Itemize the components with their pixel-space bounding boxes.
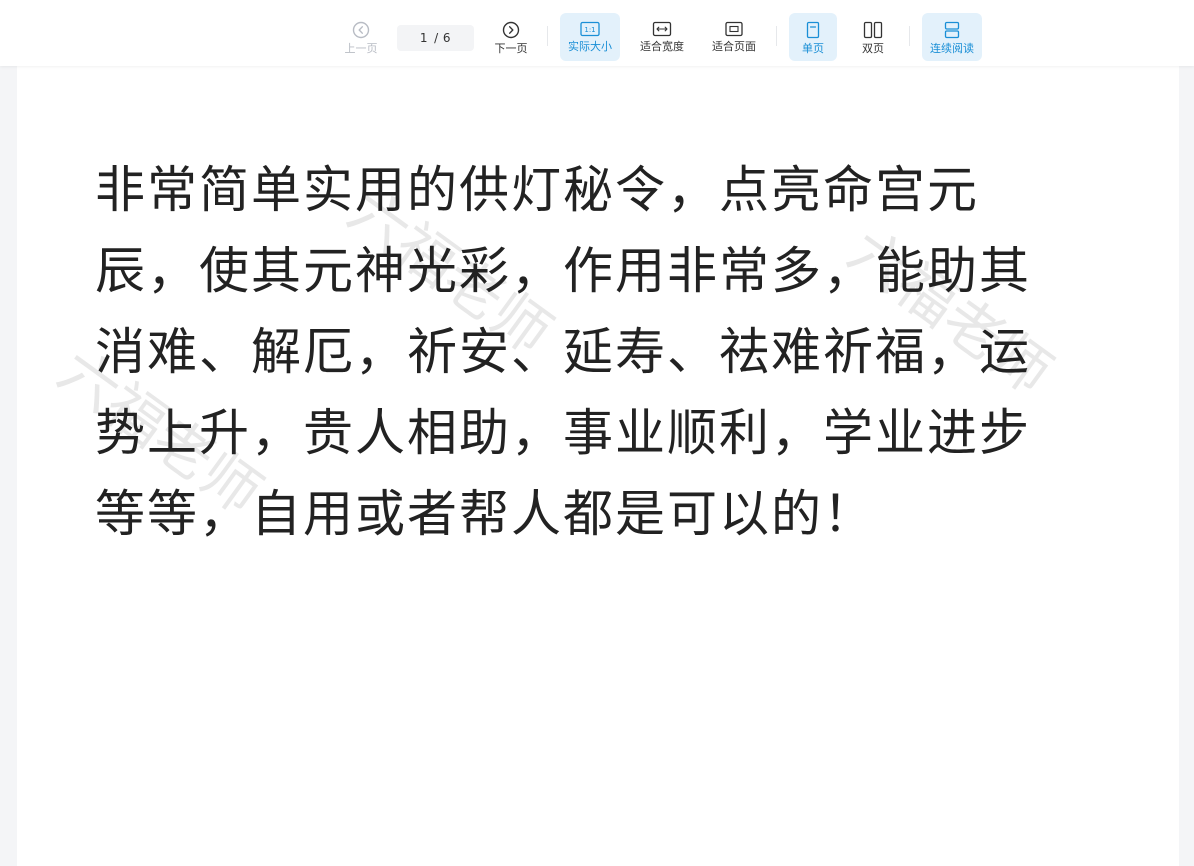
toolbar-divider bbox=[776, 26, 777, 46]
fit-page-icon bbox=[725, 21, 743, 37]
svg-text:1:1: 1:1 bbox=[584, 26, 595, 34]
next-page-button[interactable]: 下一页 bbox=[487, 13, 535, 61]
single-page-label: 单页 bbox=[802, 42, 824, 55]
double-page-button[interactable]: 双页 bbox=[849, 13, 897, 61]
continuous-reading-button[interactable]: 连续阅读 bbox=[922, 13, 982, 61]
current-page: 1 bbox=[419, 31, 429, 45]
fit-width-icon bbox=[652, 21, 672, 37]
text-line: 辰，使其元神光彩，作用非常多，能助其 bbox=[95, 242, 1031, 300]
reader-toolbar: 上一页 1 / 6 下一页 1:1 实际大小 适合宽度 适合页面 单页 双页 连… bbox=[0, 0, 1194, 66]
double-page-label: 双页 bbox=[862, 42, 884, 55]
document-text: 非常简单实用的供灯秘令，点亮命宫元 辰，使其元神光彩，作用非常多，能助其 消难、… bbox=[95, 150, 1085, 555]
page-number-input[interactable]: 1 / 6 bbox=[397, 25, 474, 51]
single-page-icon bbox=[806, 21, 820, 39]
page-gutter bbox=[1179, 66, 1194, 851]
actual-size-icon: 1:1 bbox=[580, 21, 600, 37]
text-line: 等等，自用或者帮人都是可以的！ bbox=[95, 485, 875, 543]
prev-page-button[interactable]: 上一页 bbox=[337, 13, 385, 61]
actual-size-button[interactable]: 1:1 实际大小 bbox=[560, 13, 620, 61]
total-pages: / 6 bbox=[434, 31, 452, 45]
double-page-icon bbox=[863, 21, 883, 39]
toolbar-divider bbox=[909, 26, 910, 46]
document-page: 六福老师 六福老师 六福老师 非常简单实用的供灯秘令，点亮命宫元 辰，使其元神光… bbox=[17, 66, 1179, 866]
text-line: 消难、解厄，祈安、延寿、祛难祈福，运 bbox=[95, 323, 1031, 381]
fit-width-label: 适合宽度 bbox=[640, 40, 684, 53]
toolbar-divider bbox=[547, 26, 548, 46]
actual-size-label: 实际大小 bbox=[568, 40, 612, 53]
continuous-scroll-icon bbox=[944, 21, 960, 39]
prev-page-label: 上一页 bbox=[344, 42, 378, 55]
fit-page-label: 适合页面 bbox=[712, 40, 756, 53]
single-page-button[interactable]: 单页 bbox=[789, 13, 837, 61]
continuous-reading-label: 连续阅读 bbox=[930, 42, 974, 55]
fit-page-button[interactable]: 适合页面 bbox=[706, 13, 762, 61]
text-line: 势上升，贵人相助，事业顺利，学业进步 bbox=[95, 404, 1031, 462]
chevron-right-circle-icon bbox=[502, 21, 520, 39]
fit-width-button[interactable]: 适合宽度 bbox=[634, 13, 690, 61]
next-page-label: 下一页 bbox=[494, 42, 528, 55]
text-line: 非常简单实用的供灯秘令，点亮命宫元 bbox=[95, 161, 979, 219]
chevron-left-circle-icon bbox=[352, 21, 370, 39]
